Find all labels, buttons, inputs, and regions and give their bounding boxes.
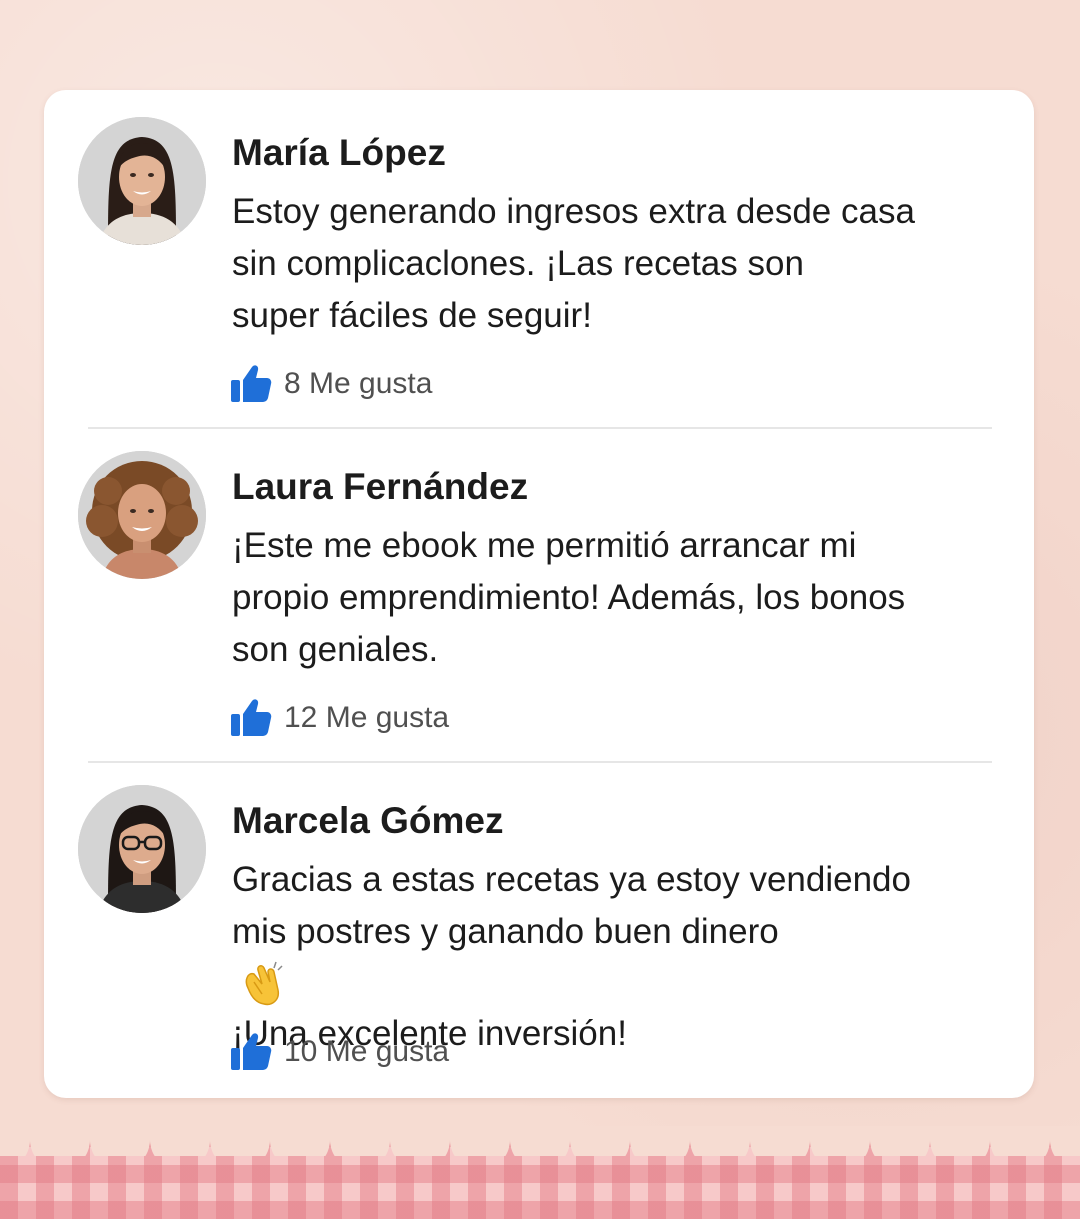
like-row[interactable]: 8 Me gusta	[230, 362, 432, 406]
comment-line-with-emoji: mis postres y ganando buen dinero	[232, 906, 1012, 1008]
comment-line: ¡Este me ebook me permitió arrancar mi	[232, 526, 857, 565]
comment-line: Gracias a estas recetas ya estoy vendien…	[232, 860, 911, 899]
like-row[interactable]: 12 Me gusta	[230, 696, 449, 740]
divider	[88, 761, 992, 763]
comment-line: sin complicaclones. ¡Las recetas son	[232, 244, 804, 283]
avatar[interactable]	[78, 785, 206, 913]
like-count: 12 Me gusta	[284, 701, 450, 734]
divider	[88, 427, 992, 429]
comment-line: Estoy generando ingresos extra desde cas…	[232, 192, 915, 231]
like-count: 8 Me gusta	[284, 367, 433, 400]
testimonials-card: María López Estoy generando ingresos ext…	[44, 90, 1034, 1098]
comment-line: son geniales.	[232, 630, 439, 669]
like-count: 10 Me gusta	[284, 1035, 450, 1068]
commenter-name[interactable]: Marcela Gómez	[232, 800, 503, 842]
thumbs-up-icon[interactable]	[230, 1032, 272, 1072]
thumbs-up-icon[interactable]	[230, 698, 272, 738]
avatar[interactable]	[78, 117, 206, 245]
clapping-hands-icon	[238, 958, 286, 1008]
avatar[interactable]	[78, 451, 206, 579]
comment-line: propio emprendimiento! Además, los bonos	[232, 578, 906, 617]
like-row[interactable]: 10 Me gusta	[230, 1030, 449, 1074]
comment-line: super fáciles de seguir!	[232, 296, 592, 335]
woman-portrait-icon	[78, 117, 206, 245]
comment-text: Estoy generando ingresos extra desde cas…	[232, 186, 1012, 342]
thumbs-up-icon[interactable]	[230, 364, 272, 404]
commenter-name[interactable]: María López	[232, 132, 446, 174]
woman-curly-hair-portrait-icon	[78, 451, 206, 579]
commenter-name[interactable]: Laura Fernández	[232, 466, 528, 508]
woman-glasses-portrait-icon	[78, 785, 206, 913]
scallop-edge	[0, 1126, 1080, 1156]
comment-line: mis postres y ganando buen dinero	[232, 912, 779, 951]
comment-text: ¡Este me ebook me permitió arrancar mi p…	[232, 520, 1012, 676]
